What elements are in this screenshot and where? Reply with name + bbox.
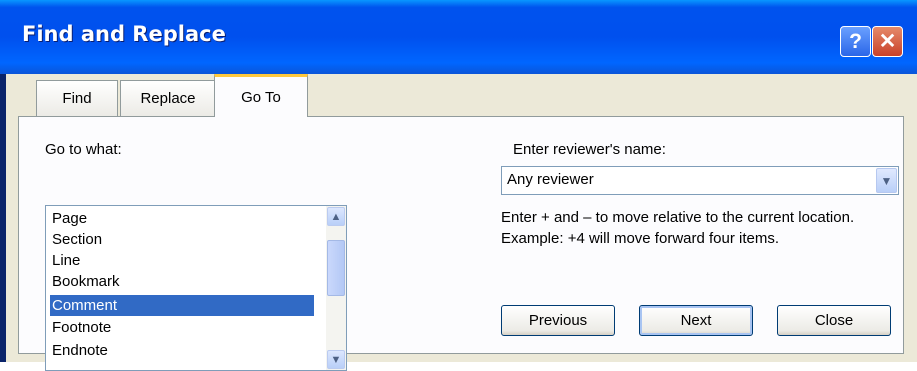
- tab-label: Replace: [140, 90, 196, 107]
- tab-label: Go To: [241, 88, 281, 106]
- reviewer-name-value: Any reviewer: [507, 171, 594, 188]
- go-to-panel: Go to what: Page Section Line Bookmark C…: [18, 116, 904, 371]
- vertical-scrollbar[interactable]: ▲ ▼: [326, 206, 346, 370]
- button-label: Close: [814, 312, 854, 329]
- chevron-down-icon: ▼: [880, 173, 893, 188]
- list-item[interactable]: Bookmark: [50, 271, 314, 292]
- list-item-selected[interactable]: Comment: [50, 295, 314, 316]
- list-item[interactable]: Page: [50, 208, 314, 229]
- relative-move-help-text: Enter + and – to move relative to the cu…: [501, 209, 855, 247]
- list-item[interactable]: Section: [50, 229, 314, 250]
- go-to-what-label: Go to what:: [45, 141, 122, 158]
- reviewer-dropdown-button[interactable]: ▼: [876, 168, 897, 193]
- chevron-up-icon: ▲: [330, 210, 342, 223]
- tab-replace[interactable]: Replace: [120, 80, 216, 116]
- tab-label: Find: [62, 90, 92, 107]
- scroll-up-button[interactable]: ▲: [327, 207, 345, 226]
- reviewer-name-label: Enter reviewer's name:: [513, 141, 666, 158]
- list-item[interactable]: Footnote: [50, 317, 314, 338]
- title-bar[interactable]: Find and Replace ? ✕: [0, 0, 917, 74]
- previous-button[interactable]: Previous: [501, 305, 615, 336]
- button-label: Next: [680, 312, 712, 329]
- go-to-what-list[interactable]: Page Section Line Bookmark Comment Footn…: [45, 205, 347, 371]
- chevron-down-icon: ▼: [330, 353, 342, 366]
- next-button[interactable]: Next: [639, 305, 753, 336]
- window-title: Find and Replace: [22, 22, 226, 46]
- reviewer-name-combobox[interactable]: Any reviewer ▼: [501, 166, 899, 195]
- question-mark-icon: ?: [849, 29, 862, 53]
- close-window-button[interactable]: ✕: [872, 26, 903, 57]
- find-replace-dialog: Find and Replace ? ✕ Find Replace Go To …: [0, 0, 917, 371]
- list-item[interactable]: Endnote: [50, 340, 314, 361]
- tab-find[interactable]: Find: [36, 80, 118, 116]
- close-x-icon: ✕: [878, 30, 897, 53]
- scroll-down-button[interactable]: ▼: [327, 350, 345, 369]
- scrollbar-thumb[interactable]: [327, 240, 345, 296]
- button-label: Previous: [528, 312, 588, 329]
- close-button[interactable]: Close: [777, 305, 891, 336]
- list-item[interactable]: Line: [50, 250, 314, 271]
- dialog-client-area: Find Replace Go To Go to what: Page Sect…: [6, 74, 917, 371]
- tab-go-to[interactable]: Go To: [214, 74, 308, 117]
- help-button[interactable]: ?: [840, 26, 871, 57]
